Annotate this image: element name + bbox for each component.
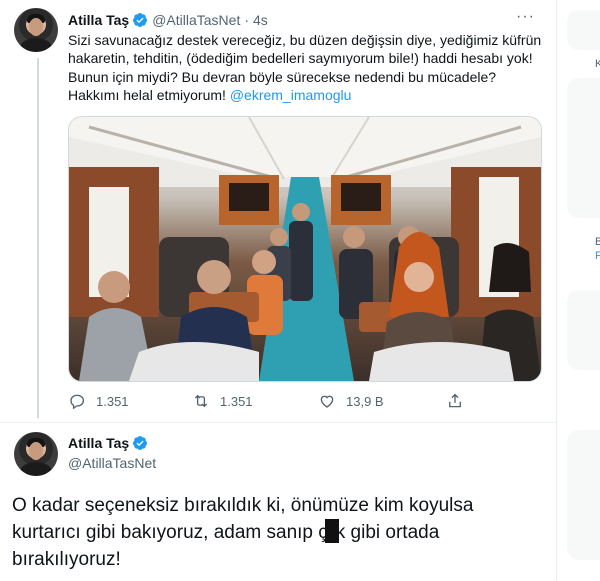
tweet-text-segment: kurtarıcı gibi bakıyoruz, adam sanıp ç — [12, 522, 328, 543]
tweet-text-line: kurtarıcı gibi bakıyoruz, adam sanıp ç k … — [12, 519, 548, 546]
sidebar-fragment: K — [595, 58, 600, 70]
avatar[interactable] — [14, 432, 58, 476]
tweet-divider — [0, 422, 556, 423]
tweet-text-line: Bunun için miydi? Bu devran böyle sürece… — [68, 68, 497, 85]
tweet-photo[interactable] — [68, 116, 542, 382]
right-sidebar: K B F — [557, 0, 600, 581]
tweet-text-line: bırakılıyoruz! — [12, 549, 121, 570]
sidebar-fragment: B — [595, 236, 600, 248]
retweet-icon — [194, 394, 208, 408]
more-options-icon[interactable]: ··· — [516, 8, 536, 25]
author-name[interactable]: Atilla Taş — [68, 12, 129, 28]
like-button[interactable]: 13,9 B — [318, 390, 384, 412]
share-button[interactable] — [446, 390, 464, 412]
share-icon — [449, 393, 461, 408]
retweet-button[interactable]: 1.351 — [192, 390, 253, 412]
mention-link[interactable]: @ekrem_imamoglu — [230, 87, 352, 103]
sidebar-search-card[interactable] — [567, 10, 600, 50]
reply-count: 1.351 — [96, 393, 129, 409]
sidebar-link[interactable]: F — [595, 250, 600, 262]
heart-icon — [320, 395, 334, 408]
sidebar-card[interactable] — [567, 430, 600, 560]
tweet-text-line: hakaretin, tehditin, (ödediğim bedelleri… — [68, 50, 533, 67]
sidebar-media-card[interactable] — [567, 78, 600, 218]
tweet-header: Atilla Taş @AtillaTasNet · 4s — [68, 10, 268, 30]
tweet-text-line: O kadar seçeneksiz bırakıldık ki, önümüz… — [12, 495, 474, 516]
thread-line — [37, 58, 39, 418]
tweet-text-line: Sizi savunacağız destek vereceğiz, bu dü… — [68, 32, 542, 48]
author-handle[interactable]: @AtillaTasNet — [152, 12, 240, 28]
reply-button[interactable]: 1.351 — [68, 390, 129, 412]
author-handle[interactable]: @AtillaTasNet — [68, 455, 156, 471]
verified-badge-icon — [133, 436, 148, 450]
like-count: 13,9 B — [346, 393, 384, 409]
verified-badge-icon — [133, 13, 148, 27]
tweet-text: O kadar seçeneksiz bırakıldık ki, önümüz… — [12, 492, 548, 573]
tweet-time[interactable]: 4s — [253, 12, 268, 28]
author-name[interactable]: Atilla Taş — [68, 435, 129, 451]
tweet-text: Sizi savunacağız destek vereceğiz, bu dü… — [68, 31, 544, 105]
separator-dot: · — [244, 12, 250, 28]
avatar[interactable] — [14, 8, 58, 52]
author-row: Atilla Taş — [68, 435, 148, 451]
tweet-text-segment: k gibi ortada — [335, 522, 440, 543]
reply-icon — [70, 394, 85, 410]
timeline: Atilla Taş @AtillaTasNet · 4s ··· Sizi s… — [0, 0, 556, 581]
tweet-actions: 1.351 1.351 13,9 B — [68, 390, 488, 412]
retweet-count: 1.351 — [220, 393, 253, 409]
sidebar-card[interactable] — [567, 290, 600, 370]
tweet-text-line: Hakkımı helal etmiyorum! — [68, 87, 230, 104]
